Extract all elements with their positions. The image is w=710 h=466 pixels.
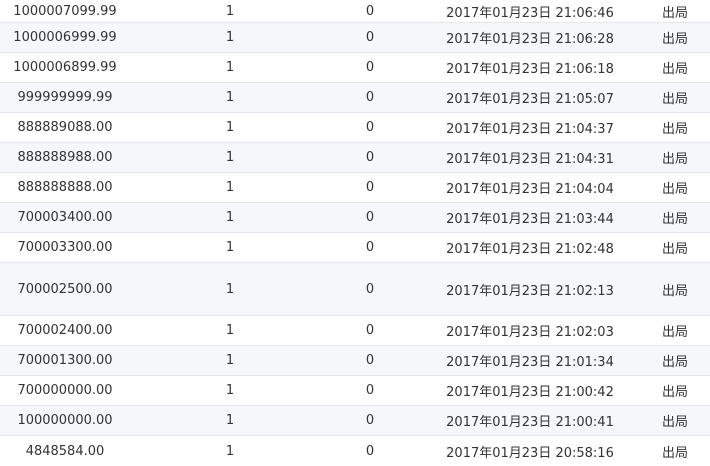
status-cell: 出局 [661,122,688,137]
count-cell: 1 [225,353,235,368]
table-row: 4848584.00 1 0 2017年01月23日 20:58:16 出局 [0,436,710,466]
time-cell: 2017年01月23日 21:00:41 [446,415,614,430]
count-cell: 1 [225,443,235,459]
table-row: 700003300.00 1 0 2017年01月23日 21:02:48 出局 [0,233,710,263]
table-row: 700003400.00 1 0 2017年01月23日 21:03:44 出局 [0,203,710,233]
amount-cell: 700002500.00 [17,281,113,297]
table-row: 700002400.00 1 0 2017年01月23日 21:02:03 出局 [0,316,710,346]
status-cell: 出局 [661,5,688,21]
value-cell: 0 [365,120,375,135]
count-cell: 1 [225,180,235,195]
amount-cell: 888888888.00 [17,180,113,195]
count-cell: 1 [225,210,235,225]
time-cell: 2017年01月23日 21:00:42 [446,385,614,400]
value-cell: 0 [365,3,375,19]
value-cell: 0 [365,30,375,45]
value-cell: 0 [365,210,375,225]
status-cell: 出局 [661,355,688,370]
count-cell: 1 [225,323,235,338]
count-cell: 1 [225,383,235,398]
status-cell: 出局 [661,283,688,299]
amount-cell: 100000000.00 [17,413,113,428]
amount-cell: 700002400.00 [17,323,113,338]
amount-cell: 700001300.00 [17,353,113,368]
count-cell: 1 [225,240,235,255]
value-cell: 0 [365,353,375,368]
status-cell: 出局 [661,152,688,167]
status-cell: 出局 [661,32,688,47]
value-cell: 0 [365,413,375,428]
amount-cell: 700003400.00 [17,210,113,225]
count-cell: 1 [225,150,235,165]
amount-cell: 1000007099.99 [13,3,117,19]
table-row: 888888888.00 1 0 2017年01月23日 21:04:04 出局 [0,173,710,203]
count-cell: 1 [225,90,235,105]
table-row: 1000007099.99 1 0 2017年01月23日 21:06:46 出… [0,0,710,23]
amount-cell: 700003300.00 [17,240,113,255]
table-row: 1000006999.99 1 0 2017年01月23日 21:06:28 出… [0,23,710,53]
status-cell: 出局 [661,212,688,227]
value-cell: 0 [365,240,375,255]
time-cell: 2017年01月23日 21:03:44 [446,212,614,227]
status-cell: 出局 [661,92,688,107]
table-row: 700002500.00 1 0 2017年01月23日 21:02:13 出局 [0,263,710,316]
status-cell: 出局 [661,325,688,340]
records-table: 1000007099.99 1 0 2017年01月23日 21:06:46 出… [0,0,710,466]
table-row: 700001300.00 1 0 2017年01月23日 21:01:34 出局 [0,346,710,376]
amount-cell: 4848584.00 [25,443,105,459]
status-cell: 出局 [661,242,688,257]
count-cell: 1 [225,3,235,19]
time-cell: 2017年01月23日 21:04:04 [446,182,614,197]
value-cell: 0 [365,90,375,105]
count-cell: 1 [225,413,235,428]
amount-cell: 1000006999.99 [13,30,117,45]
table-row: 1000006899.99 1 0 2017年01月23日 21:06:18 出… [0,53,710,83]
value-cell: 0 [365,60,375,75]
status-cell: 出局 [661,415,688,430]
count-cell: 1 [225,60,235,75]
count-cell: 1 [225,281,235,297]
time-cell: 2017年01月23日 21:02:13 [446,283,614,299]
table-row: 888889088.00 1 0 2017年01月23日 21:04:37 出局 [0,113,710,143]
value-cell: 0 [365,150,375,165]
time-cell: 2017年01月23日 21:05:07 [446,92,614,107]
time-cell: 2017年01月23日 21:04:37 [446,122,614,137]
table-row: 700000000.00 1 0 2017年01月23日 21:00:42 出局 [0,376,710,406]
time-cell: 2017年01月23日 21:01:34 [446,355,614,370]
value-cell: 0 [365,180,375,195]
value-cell: 0 [365,383,375,398]
value-cell: 0 [365,281,375,297]
time-cell: 2017年01月23日 21:02:48 [446,242,614,257]
amount-cell: 888888988.00 [17,150,113,165]
time-cell: 2017年01月23日 21:06:46 [446,5,614,21]
table-row: 999999999.99 1 0 2017年01月23日 21:05:07 出局 [0,83,710,113]
time-cell: 2017年01月23日 21:04:31 [446,152,614,167]
amount-cell: 700000000.00 [17,383,113,398]
value-cell: 0 [365,323,375,338]
table-row: 100000000.00 1 0 2017年01月23日 21:00:41 出局 [0,406,710,436]
amount-cell: 888889088.00 [17,120,113,135]
time-cell: 2017年01月23日 21:06:18 [446,62,614,77]
time-cell: 2017年01月23日 20:58:16 [446,445,614,461]
status-cell: 出局 [661,62,688,77]
status-cell: 出局 [661,445,688,461]
time-cell: 2017年01月23日 21:06:28 [446,32,614,47]
amount-cell: 999999999.99 [17,90,113,105]
value-cell: 0 [365,443,375,459]
count-cell: 1 [225,30,235,45]
count-cell: 1 [225,120,235,135]
table-row: 888888988.00 1 0 2017年01月23日 21:04:31 出局 [0,143,710,173]
amount-cell: 1000006899.99 [13,60,117,75]
status-cell: 出局 [661,385,688,400]
time-cell: 2017年01月23日 21:02:03 [446,325,614,340]
status-cell: 出局 [661,182,688,197]
